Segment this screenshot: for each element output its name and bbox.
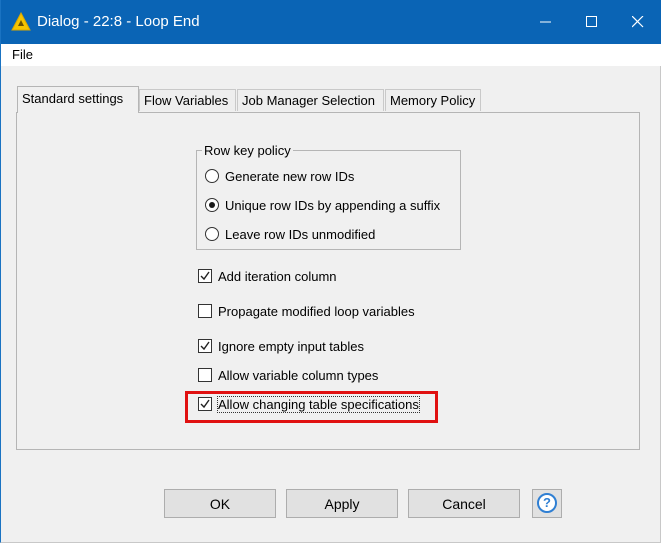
- radio-label: Unique row IDs by appending a suffix: [225, 197, 441, 213]
- checkmark-icon: [200, 271, 210, 281]
- checkbox-label: Add iteration column: [218, 268, 337, 284]
- tab-standard-settings[interactable]: Standard settings: [17, 86, 139, 113]
- checkbox[interactable]: [198, 304, 212, 318]
- title-bar[interactable]: Dialog - 22:8 - Loop End: [1, 0, 661, 44]
- minimize-icon: [540, 21, 551, 23]
- knime-warning-triangle-icon: [11, 11, 31, 32]
- tab-flow-variables[interactable]: Flow Variables: [139, 89, 236, 111]
- help-icon: ?: [537, 493, 557, 513]
- ok-button[interactable]: OK: [164, 489, 276, 518]
- close-icon: [632, 16, 644, 28]
- maximize-icon: [586, 16, 597, 27]
- checkbox-add-iteration-column[interactable]: Add iteration column: [198, 267, 337, 285]
- row-key-policy-legend: Row key policy: [202, 143, 293, 158]
- radio-button[interactable]: [205, 227, 219, 241]
- checkbox-ignore-empty-input-tables[interactable]: Ignore empty input tables: [198, 337, 364, 355]
- checkbox-propagate-modified-loop-variables[interactable]: Propagate modified loop variables: [198, 302, 415, 320]
- cancel-button[interactable]: Cancel: [408, 489, 520, 518]
- checkbox-allow-variable-column-types[interactable]: Allow variable column types: [198, 366, 378, 384]
- close-button[interactable]: [615, 0, 661, 44]
- help-button[interactable]: ?: [532, 489, 562, 518]
- radio-label: Generate new row IDs: [225, 168, 355, 184]
- checkbox-label: Allow variable column types: [218, 367, 379, 383]
- apply-button[interactable]: Apply: [286, 489, 398, 518]
- radio-button[interactable]: [205, 169, 219, 183]
- menu-file[interactable]: File: [11, 47, 34, 62]
- tab-memory-policy[interactable]: Memory Policy: [385, 89, 481, 111]
- radio-unique-row-ids[interactable]: Unique row IDs by appending a suffix: [205, 196, 440, 214]
- radio-button[interactable]: [205, 198, 219, 212]
- maximize-button[interactable]: [569, 0, 615, 44]
- checkbox-label: Ignore empty input tables: [218, 338, 364, 354]
- menu-bar: File: [1, 44, 661, 66]
- radio-label: Leave row IDs unmodified: [225, 226, 376, 242]
- checkbox[interactable]: [198, 368, 212, 382]
- highlight-box: [185, 391, 438, 423]
- tab-job-manager-selection[interactable]: Job Manager Selection: [237, 89, 384, 111]
- dialog-window: Dialog - 22:8 - Loop End File Standard s…: [0, 0, 661, 543]
- checkbox-label: Propagate modified loop variables: [218, 303, 415, 319]
- tab-strip: Standard settings Flow Variables Job Man…: [17, 86, 617, 113]
- checkbox[interactable]: [198, 269, 212, 283]
- radio-generate-new-row-ids[interactable]: Generate new row IDs: [205, 167, 354, 185]
- checkmark-icon: [200, 341, 210, 351]
- checkbox[interactable]: [198, 339, 212, 353]
- minimize-button[interactable]: [523, 0, 569, 44]
- radio-leave-row-ids[interactable]: Leave row IDs unmodified: [205, 225, 375, 243]
- window-title: Dialog - 22:8 - Loop End: [37, 13, 200, 30]
